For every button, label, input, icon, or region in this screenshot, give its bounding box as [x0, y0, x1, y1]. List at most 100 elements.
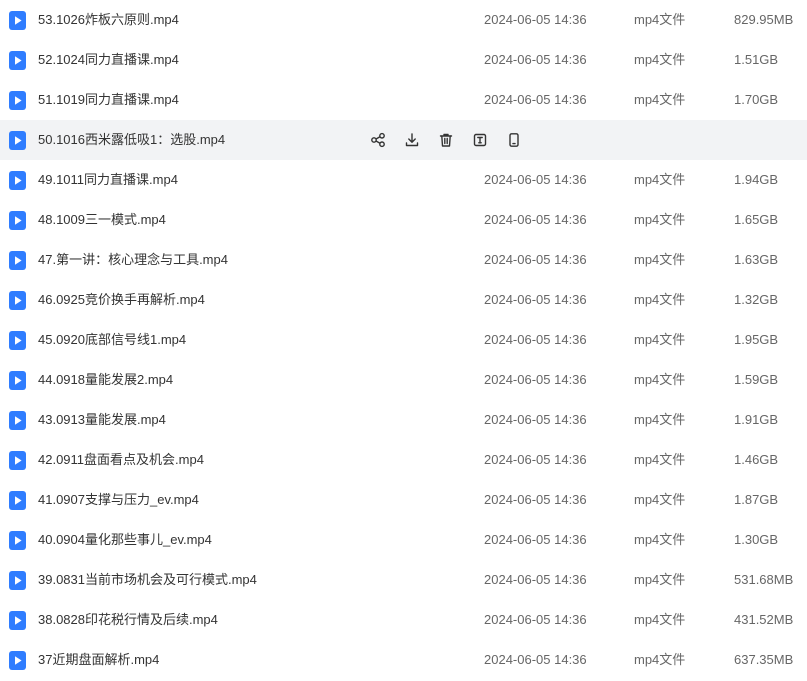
file-size: 637.35MB: [734, 652, 794, 667]
file-row[interactable]: 40.0904量化那些事儿_ev.mp4 2024-06-05 14:36 mp…: [0, 520, 807, 560]
rename-icon[interactable]: [471, 131, 489, 149]
file-type: mp4文件: [634, 572, 686, 587]
file-name[interactable]: 46.0925竞价换手再解析.mp4: [38, 280, 205, 320]
file-date: 2024-06-05 14:36: [484, 612, 587, 627]
file-type: mp4文件: [634, 412, 686, 427]
file-date: 2024-06-05 14:36: [484, 172, 587, 187]
file-size: 1.94GB: [734, 172, 779, 187]
file-size: 1.46GB: [734, 452, 779, 467]
file-size: 1.51GB: [734, 52, 779, 67]
file-type: mp4文件: [634, 532, 686, 547]
file-name[interactable]: 48.1009三一模式.mp4: [38, 200, 166, 240]
file-type: mp4文件: [634, 372, 686, 387]
file-date: 2024-06-05 14:36: [484, 452, 587, 467]
file-type: mp4文件: [634, 292, 686, 307]
row-actions: [369, 131, 523, 149]
file-date: 2024-06-05 14:36: [484, 212, 587, 227]
file-date: 2024-06-05 14:36: [484, 292, 587, 307]
file-name[interactable]: 52.1024同力直播课.mp4: [38, 40, 179, 80]
file-date: 2024-06-05 14:36: [484, 92, 587, 107]
file-row[interactable]: 45.0920底部信号线1.mp4 2024-06-05 14:36 mp4文件…: [0, 320, 807, 360]
file-size: 431.52MB: [734, 612, 794, 627]
file-date: 2024-06-05 14:36: [484, 492, 587, 507]
file-type: mp4文件: [634, 612, 686, 627]
file-size: 1.59GB: [734, 372, 779, 387]
file-row[interactable]: 39.0831当前市场机会及可行模式.mp4 2024-06-05 14:36 …: [0, 560, 807, 600]
file-type: mp4文件: [634, 452, 686, 467]
video-file-icon: [9, 491, 26, 510]
file-date: 2024-06-05 14:36: [484, 52, 587, 67]
file-date: 2024-06-05 14:36: [484, 412, 587, 427]
file-row[interactable]: 38.0828印花税行情及后续.mp4 2024-06-05 14:36 mp4…: [0, 600, 807, 640]
file-size: 1.70GB: [734, 92, 779, 107]
file-size: 531.68MB: [734, 572, 794, 587]
file-size: 1.91GB: [734, 412, 779, 427]
file-name[interactable]: 50.1016西米露低吸1：选股.mp4: [38, 120, 225, 160]
file-row[interactable]: 51.1019同力直播课.mp4 2024-06-05 14:36 mp4文件 …: [0, 80, 807, 120]
file-date: 2024-06-05 14:36: [484, 532, 587, 547]
file-type: mp4文件: [634, 252, 686, 267]
video-file-icon: [9, 451, 26, 470]
file-name[interactable]: 53.1026炸板六原则.mp4: [38, 0, 179, 40]
file-type: mp4文件: [634, 212, 686, 227]
file-type: mp4文件: [634, 92, 686, 107]
file-type: mp4文件: [634, 652, 686, 667]
file-row[interactable]: 46.0925竞价换手再解析.mp4 2024-06-05 14:36 mp4文…: [0, 280, 807, 320]
file-name[interactable]: 44.0918量能发展2.mp4: [38, 360, 173, 400]
video-file-icon: [9, 531, 26, 550]
file-row[interactable]: 48.1009三一模式.mp4 2024-06-05 14:36 mp4文件 1…: [0, 200, 807, 240]
video-file-icon: [9, 51, 26, 70]
mobile-icon[interactable]: [505, 131, 523, 149]
file-size: 1.30GB: [734, 532, 779, 547]
video-file-icon: [9, 251, 26, 270]
file-row[interactable]: 47.第一讲：核心理念与工具.mp4 2024-06-05 14:36 mp4文…: [0, 240, 807, 280]
file-row[interactable]: 52.1024同力直播课.mp4 2024-06-05 14:36 mp4文件 …: [0, 40, 807, 80]
video-file-icon: [9, 91, 26, 110]
file-type: mp4文件: [634, 52, 686, 67]
delete-icon[interactable]: [437, 131, 455, 149]
file-date: 2024-06-05 14:36: [484, 572, 587, 587]
file-row[interactable]: 49.1011同力直播课.mp4 2024-06-05 14:36 mp4文件 …: [0, 160, 807, 200]
file-name[interactable]: 47.第一讲：核心理念与工具.mp4: [38, 240, 228, 280]
file-type: mp4文件: [634, 492, 686, 507]
file-type: mp4文件: [634, 12, 686, 27]
file-name[interactable]: 41.0907支撑与压力_ev.mp4: [38, 480, 199, 520]
video-file-icon: [9, 411, 26, 430]
file-name[interactable]: 45.0920底部信号线1.mp4: [38, 320, 186, 360]
file-size: 1.65GB: [734, 212, 779, 227]
video-file-icon: [9, 331, 26, 350]
file-date: 2024-06-05 14:36: [484, 652, 587, 667]
file-name[interactable]: 43.0913量能发展.mp4: [38, 400, 166, 440]
file-row[interactable]: 42.0911盘面看点及机会.mp4 2024-06-05 14:36 mp4文…: [0, 440, 807, 480]
file-row[interactable]: 43.0913量能发展.mp4 2024-06-05 14:36 mp4文件 1…: [0, 400, 807, 440]
file-type: mp4文件: [634, 332, 686, 347]
file-size: 1.95GB: [734, 332, 779, 347]
file-row[interactable]: 41.0907支撑与压力_ev.mp4 2024-06-05 14:36 mp4…: [0, 480, 807, 520]
file-date: 2024-06-05 14:36: [484, 332, 587, 347]
file-type: mp4文件: [634, 172, 686, 187]
file-size: 1.87GB: [734, 492, 779, 507]
video-file-icon: [9, 11, 26, 30]
file-name[interactable]: 37近期盘面解析.mp4: [38, 640, 159, 680]
file-row-hovered[interactable]: 50.1016西米露低吸1：选股.mp4: [0, 120, 807, 160]
file-date: 2024-06-05 14:36: [484, 252, 587, 267]
file-name[interactable]: 42.0911盘面看点及机会.mp4: [38, 440, 204, 480]
video-file-icon: [9, 171, 26, 190]
file-name[interactable]: 39.0831当前市场机会及可行模式.mp4: [38, 560, 257, 600]
video-file-icon: [9, 131, 26, 150]
download-icon[interactable]: [403, 131, 421, 149]
file-name[interactable]: 51.1019同力直播课.mp4: [38, 80, 179, 120]
file-name[interactable]: 40.0904量化那些事儿_ev.mp4: [38, 520, 212, 560]
file-row[interactable]: 53.1026炸板六原则.mp4 2024-06-05 14:36 mp4文件 …: [0, 0, 807, 40]
share-icon[interactable]: [369, 131, 387, 149]
file-name[interactable]: 38.0828印花税行情及后续.mp4: [38, 600, 218, 640]
file-row[interactable]: 37近期盘面解析.mp4 2024-06-05 14:36 mp4文件 637.…: [0, 640, 807, 680]
video-file-icon: [9, 651, 26, 670]
video-file-icon: [9, 611, 26, 630]
file-size: 1.32GB: [734, 292, 779, 307]
file-name[interactable]: 49.1011同力直播课.mp4: [38, 160, 178, 200]
video-file-icon: [9, 571, 26, 590]
file-size: 1.63GB: [734, 252, 779, 267]
file-row[interactable]: 44.0918量能发展2.mp4 2024-06-05 14:36 mp4文件 …: [0, 360, 807, 400]
video-file-icon: [9, 211, 26, 230]
